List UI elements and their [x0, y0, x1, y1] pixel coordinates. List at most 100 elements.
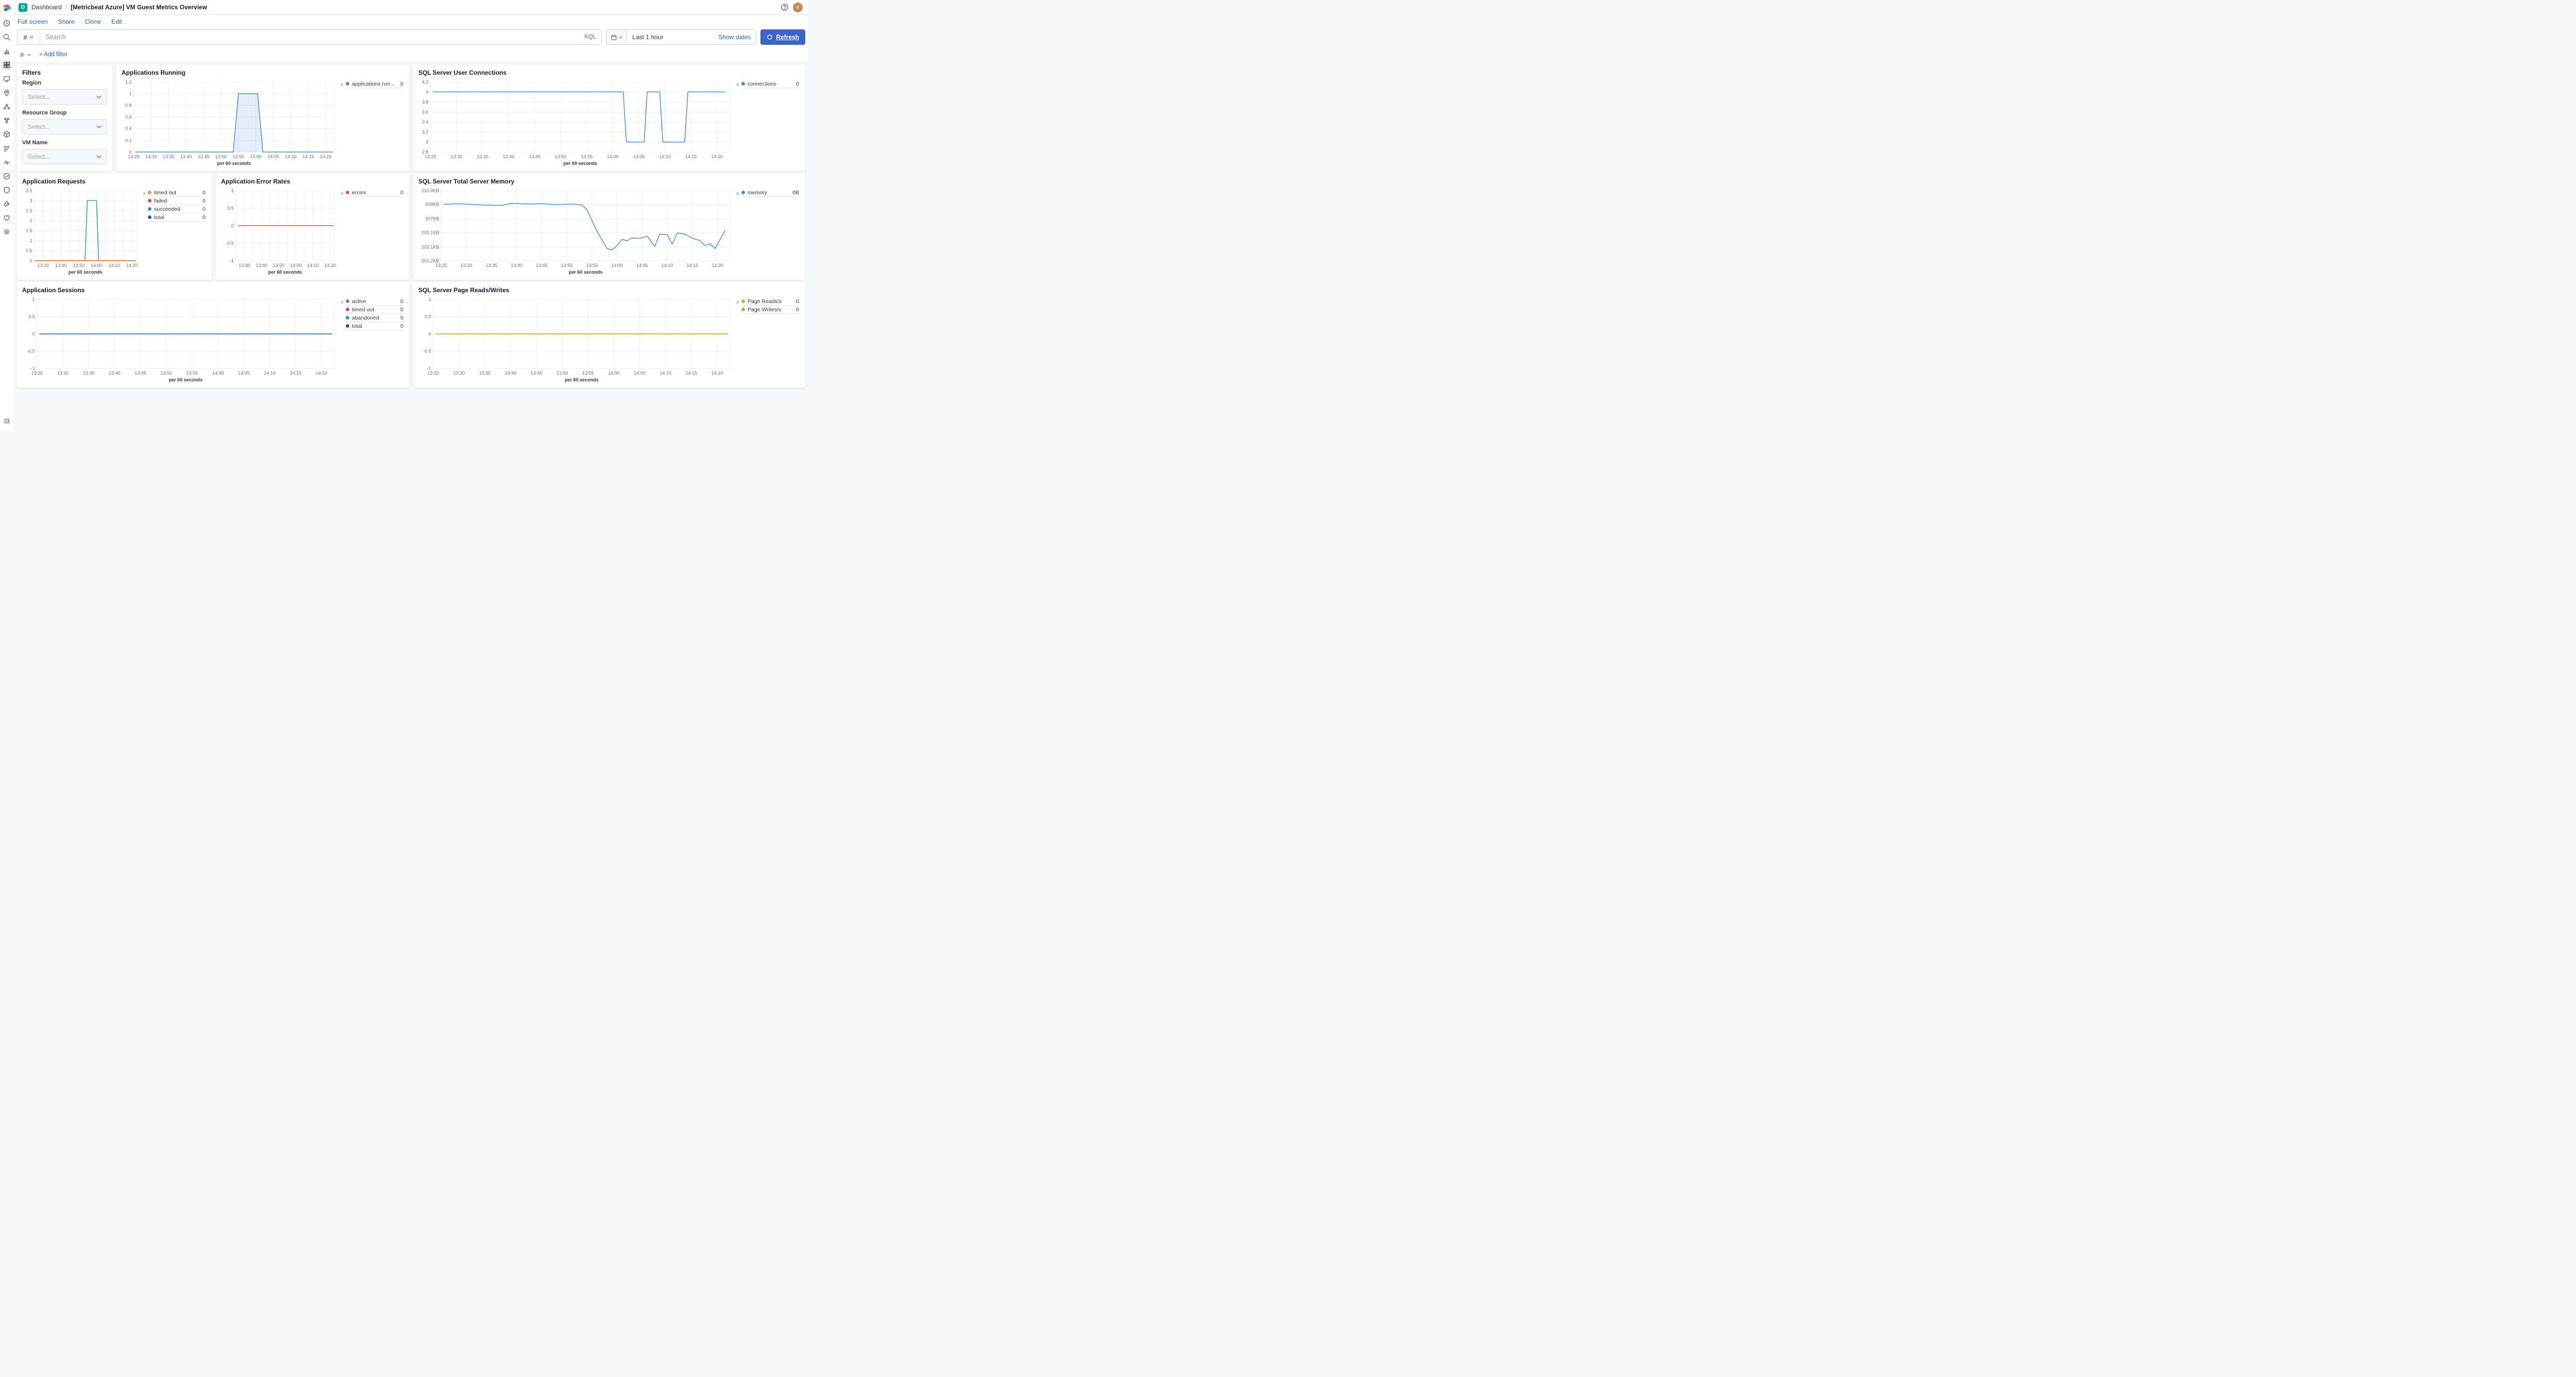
add-filter-button[interactable]: + Add filter [39, 52, 67, 58]
legend-item[interactable]: Page Reads/s 0 [741, 297, 799, 306]
panel-title[interactable]: Applications Running [122, 69, 404, 77]
legend-item[interactable]: errors 0 [346, 189, 403, 197]
dashboard-icon[interactable] [2, 60, 11, 70]
sql-page-reads-writes-chart[interactable]: -1-0.500.5113:2513:3013:3513:4013:4513:5… [418, 296, 734, 383]
legend-expand-button[interactable]: › [734, 298, 741, 305]
apm-icon[interactable] [2, 158, 11, 167]
gear-icon [19, 52, 25, 58]
svg-text:13:35: 13:35 [486, 263, 498, 268]
legend-expand-button[interactable]: › [141, 189, 148, 196]
panel-title[interactable]: Application Error Rates [221, 177, 404, 186]
panel-title[interactable]: SQL Server User Connections [418, 69, 800, 77]
show-dates-button[interactable]: Show dates [719, 33, 756, 41]
application-requests-chart[interactable]: 00.511.522.533.513:3013:4013:5014:0014:1… [22, 188, 141, 275]
full-screen-button[interactable]: Full screen [18, 18, 48, 25]
legend-expand-button[interactable]: › [338, 189, 346, 196]
edit-button[interactable]: Edit [111, 18, 122, 25]
legend-item[interactable]: timed out 0 [346, 306, 403, 314]
chevron-down-icon [29, 36, 34, 39]
kql-language-button[interactable]: KQL [579, 34, 601, 40]
vm-name-select[interactable]: Select... [22, 149, 107, 164]
monitoring-icon[interactable] [2, 213, 11, 223]
legend-color-dot [741, 82, 745, 86]
svg-text:13:50: 13:50 [73, 263, 85, 268]
saved-query-menu-button[interactable]: # [18, 30, 40, 44]
legend-value: 0 [202, 206, 206, 212]
metrics-icon[interactable] [2, 130, 11, 139]
legend-item[interactable]: connections 0 [741, 80, 799, 88]
svg-text:14:00: 14:00 [91, 263, 103, 268]
svg-text:13:45: 13:45 [529, 154, 541, 159]
search-input[interactable] [40, 33, 579, 41]
legend-value: 0 [796, 81, 799, 87]
legend: active 0 timed out 0 abandoned 0 [346, 297, 403, 330]
management-icon[interactable] [2, 227, 11, 237]
legend-item[interactable]: succeeded 0 [148, 205, 206, 213]
svg-text:3.6: 3.6 [422, 109, 429, 114]
legend-item[interactable]: memory 0B [741, 189, 799, 197]
graph-icon[interactable] [2, 116, 11, 125]
elastic-logo[interactable] [2, 3, 11, 12]
security-icon[interactable] [2, 186, 11, 195]
applications-running-chart[interactable]: 00.20.40.60.811.213:2513:3013:3513:4013:… [122, 79, 338, 166]
svg-text:14:10: 14:10 [659, 154, 671, 159]
legend-item[interactable]: timed out 0 [148, 189, 206, 197]
machine-learning-icon[interactable] [2, 102, 11, 111]
legend-item[interactable]: active 0 [346, 297, 403, 306]
legend-item[interactable]: Page Writes/s 0 [741, 306, 799, 314]
legend-color-dot [346, 299, 349, 303]
help-icon[interactable] [780, 3, 789, 12]
legend-expand-button[interactable]: › [338, 80, 346, 88]
legend-item[interactable]: total 0 [148, 213, 206, 222]
svg-text:14:10: 14:10 [285, 154, 297, 159]
panel-title[interactable]: Filters [22, 69, 107, 77]
chevron-down-icon [96, 155, 101, 158]
resource-group-select[interactable]: Select... [22, 119, 107, 135]
recently-viewed-icon[interactable] [2, 19, 11, 28]
maps-icon[interactable] [2, 88, 11, 97]
uptime-icon[interactable] [2, 172, 11, 181]
legend-item[interactable]: failed 0 [148, 197, 206, 205]
clone-button[interactable]: Clone [85, 18, 101, 25]
panel-title[interactable]: SQL Server Page Reads/Writes [418, 286, 800, 294]
nav-icon-list [2, 19, 11, 237]
legend-expand-button[interactable]: › [734, 189, 741, 196]
breadcrumb-dashboard[interactable]: Dashboard [31, 4, 62, 11]
logs-icon[interactable] [2, 144, 11, 153]
svg-text:per 60 seconds: per 60 seconds [69, 270, 103, 275]
application-error-rates-chart[interactable]: -1-0.500.5113:3013:4013:5014:0014:1014:2… [221, 188, 338, 275]
svg-text:13:35: 13:35 [83, 371, 95, 376]
legend-item[interactable]: applications running 0 [346, 80, 403, 88]
panel-applications-running: Applications Running 00.20.40.60.811.213… [116, 64, 410, 171]
canvas-icon[interactable] [2, 74, 11, 83]
refresh-button[interactable]: Refresh [760, 29, 805, 45]
dev-tools-icon[interactable] [2, 199, 11, 209]
legend-expand-button[interactable]: › [338, 298, 346, 305]
panel-title[interactable]: SQL Server Total Server Memory [418, 177, 800, 186]
legend-expand-button[interactable]: › [734, 80, 741, 88]
legend-label: applications running [352, 81, 396, 87]
legend-item[interactable]: abandoned 0 [346, 314, 403, 322]
filter-options-button[interactable] [19, 52, 31, 58]
panel-title[interactable]: Application Requests [22, 177, 207, 186]
panel-title[interactable]: Application Sessions [22, 286, 404, 294]
legend-color-dot [346, 82, 349, 86]
visualize-icon[interactable] [2, 46, 11, 56]
svg-text:13:50: 13:50 [215, 154, 227, 159]
sql-user-connections-chart[interactable]: 2.833.23.43.63.844.213:2513:3013:3513:40… [418, 79, 734, 166]
legend-color-dot [741, 308, 745, 311]
avatar[interactable]: e [793, 3, 803, 12]
svg-text:14:15: 14:15 [290, 371, 301, 376]
svg-text:13:30: 13:30 [239, 263, 250, 268]
sql-total-server-memory-chart[interactable]: 201.2KB203.1KB205.1KB207KB209KB210.9KB13… [418, 188, 734, 275]
region-select[interactable]: Select... [22, 89, 107, 105]
legend-item[interactable]: total 0 [346, 322, 403, 330]
share-button[interactable]: Share [58, 18, 75, 25]
quick-select-time-button[interactable] [606, 30, 627, 44]
legend-color-dot [148, 207, 151, 211]
discover-icon[interactable] [2, 32, 11, 42]
dock-navigation-icon[interactable] [2, 416, 11, 426]
time-range-value[interactable]: Last 1 hour [627, 33, 718, 41]
space-badge[interactable]: D [19, 3, 27, 12]
application-sessions-chart[interactable]: -1-0.500.5113:2513:3013:3513:4013:4513:5… [22, 296, 338, 383]
